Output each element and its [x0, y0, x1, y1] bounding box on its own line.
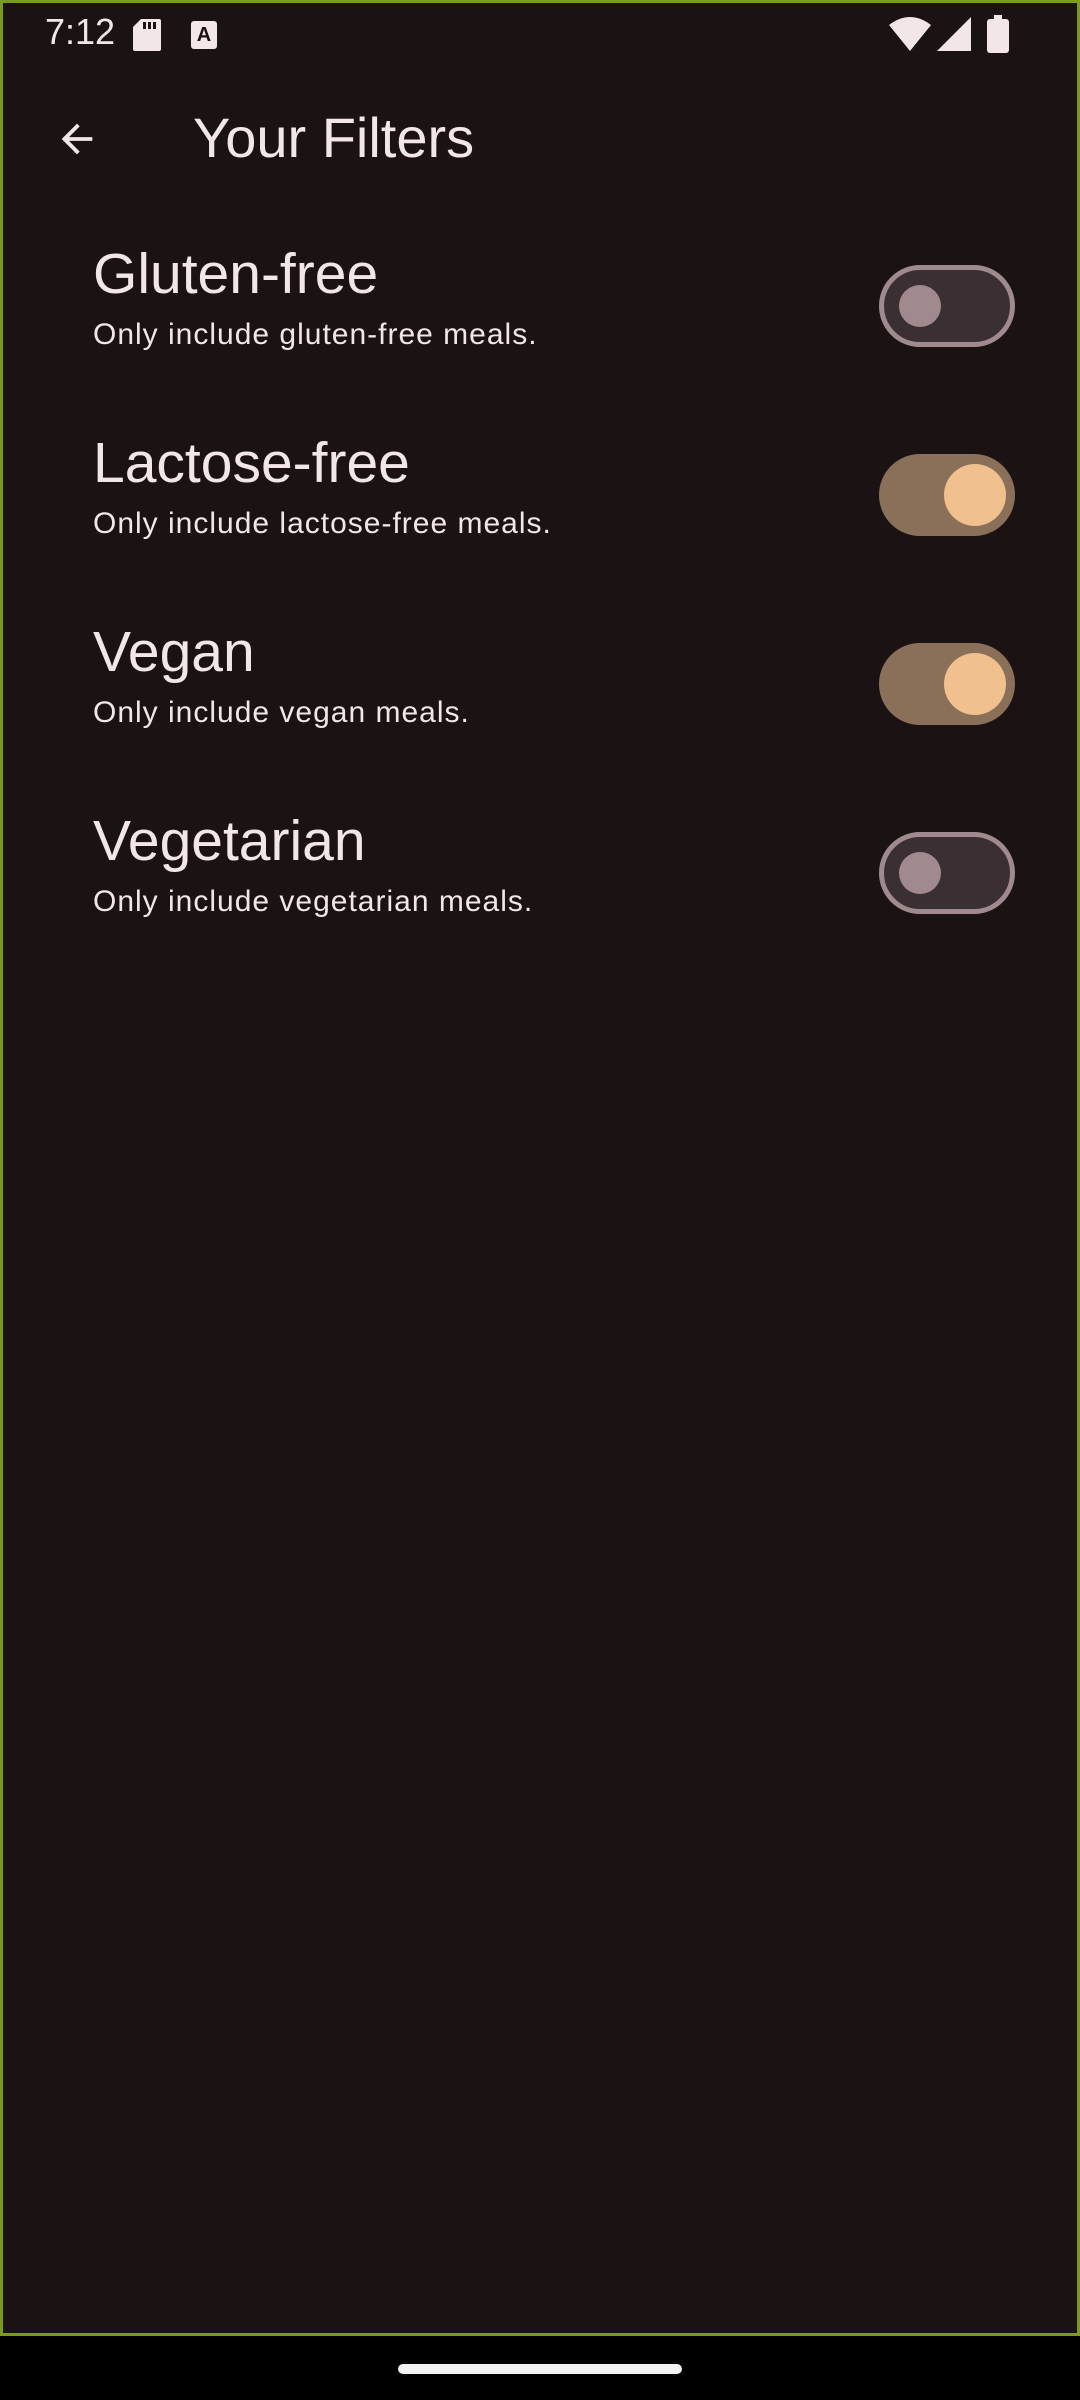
vegetarian-switch[interactable] [879, 832, 1015, 914]
lactose-free-switch[interactable] [879, 454, 1015, 536]
wifi-icon [889, 17, 931, 51]
filter-subtitle: Only include vegetarian meals. [93, 885, 534, 918]
filter-row-lactose-free[interactable]: Lactose-free Only include lactose-free m… [3, 402, 1077, 591]
sd-card-icon [133, 19, 161, 51]
status-bar: 7:12 A [3, 3, 1077, 67]
filter-title: Lactose-free [93, 431, 410, 495]
cell-signal-icon [937, 17, 971, 51]
back-button[interactable] [33, 95, 121, 183]
filter-title: Vegetarian [93, 809, 366, 873]
vegan-switch[interactable] [879, 643, 1015, 725]
filter-row-gluten-free[interactable]: Gluten-free Only include gluten-free mea… [3, 213, 1077, 402]
status-time: 7:12 [45, 11, 116, 52]
keyboard-a-icon: A [191, 21, 217, 49]
switch-thumb [899, 285, 941, 327]
filter-subtitle: Only include gluten-free meals. [93, 318, 538, 351]
filter-title: Vegan [93, 620, 255, 684]
gesture-nav-handle[interactable] [398, 2364, 682, 2374]
switch-thumb [944, 653, 1006, 715]
filter-row-vegan[interactable]: Vegan Only include vegan meals. [3, 591, 1077, 780]
filter-list: Gluten-free Only include gluten-free mea… [3, 213, 1077, 969]
page-title: Your Filters [193, 106, 475, 169]
filter-row-vegetarian[interactable]: Vegetarian Only include vegetarian meals… [3, 780, 1077, 969]
filter-subtitle: Only include vegan meals. [93, 696, 470, 729]
screen: 7:12 A Your Filters Gluten-free Only inc… [0, 0, 1080, 2336]
switch-thumb [899, 852, 941, 894]
battery-icon [987, 15, 1009, 53]
gluten-free-switch[interactable] [879, 265, 1015, 347]
filter-subtitle: Only include lactose-free meals. [93, 507, 552, 540]
switch-thumb [944, 464, 1006, 526]
app-bar: Your Filters [3, 79, 1077, 199]
filter-title: Gluten-free [93, 242, 379, 306]
arrow-back-icon [61, 123, 93, 155]
